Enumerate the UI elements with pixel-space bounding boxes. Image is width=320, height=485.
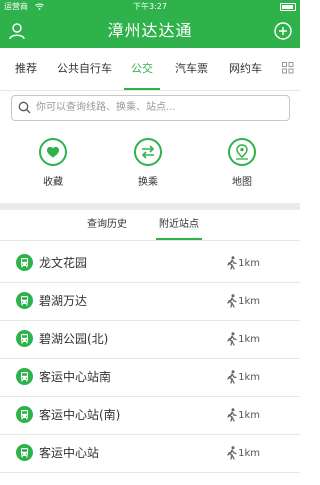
search-input[interactable] [36,98,281,116]
grid-menu-icon[interactable] [282,62,294,74]
stop-distance: 1km [238,410,260,421]
stop-name: 碧湖万达 [39,294,88,308]
list-item[interactable]: 客运中心站南 1km [0,359,300,397]
stop-name: 客运中心站南 [39,370,112,384]
search-box[interactable] [11,95,290,121]
category-tabs: 推荐 公共自行车 公交 汽车票 网约车 [0,48,300,91]
tab-search-history[interactable]: 查询历史 [87,210,127,240]
subtab-active-indicator [156,238,202,240]
walk-icon [227,294,237,308]
list-item[interactable]: 客运中心站 1km [0,435,300,473]
bus-icon [16,292,33,309]
stop-name: 龙文花园 [39,256,88,270]
favorites-button[interactable]: 收藏 [23,138,83,188]
stop-distance: 1km [238,258,260,269]
walk-icon [227,408,237,422]
battery-icon [280,2,296,11]
list-item[interactable]: 龙文花园 1km [0,245,300,283]
favorites-label: 收藏 [43,177,63,188]
map-button[interactable]: 地图 [212,138,272,188]
tab-nearby-stops[interactable]: 附近站点 [159,210,199,240]
bus-icon [16,444,33,461]
tab-active-indicator [124,88,160,90]
transfer-button[interactable]: 换乘 [118,138,178,188]
walk-icon [227,446,237,460]
status-bar: 运营商 下午3:27 [0,0,300,14]
stop-distance: 1km [238,372,260,383]
tab-ride-hailing[interactable]: 网约车 [229,48,262,90]
stop-name: 客运中心站(南) [39,408,121,422]
list-item[interactable]: 碧湖万达 1km [0,283,300,321]
bus-icon [16,254,33,271]
stop-distance: 1km [238,296,260,307]
tab-public-bike[interactable]: 公共自行车 [57,48,112,90]
map-label: 地图 [232,177,252,188]
stop-name: 客运中心站 [39,446,100,460]
battery-indicator [280,0,296,14]
section-divider [0,203,300,210]
map-pin-icon [228,138,256,166]
walk-icon [227,256,237,270]
stop-distance: 1km [238,334,260,345]
tab-bus[interactable]: 公交 [131,48,153,90]
tab-coach-ticket[interactable]: 汽车票 [175,48,208,90]
bus-icon [16,330,33,347]
stop-name: 碧湖公园(北) [39,332,109,346]
walk-icon [227,370,237,384]
status-time: 下午3:27 [133,2,167,11]
app-title: 漳州达达通 [107,21,193,40]
transfer-icon [134,138,162,166]
add-icon[interactable] [274,22,292,40]
tab-recommend[interactable]: 推荐 [15,48,37,90]
stop-distance: 1km [238,448,260,459]
list-item[interactable]: 碧湖公园(北) 1km [0,321,300,359]
heart-icon [39,138,67,166]
sub-tabs: 查询历史 附近站点 [0,210,300,241]
list-item[interactable]: 客运中心站(南) 1km [0,397,300,435]
transfer-label: 换乘 [138,177,158,188]
header-bar: 漳州达达通 [0,14,300,48]
search-icon [18,101,31,114]
walk-icon [227,332,237,346]
nearby-stops-list: 龙文花园 1km 碧湖万达 1km 碧湖公园(北) 1km 客运中心站南 1km… [0,245,300,473]
bus-icon [16,368,33,385]
bus-icon [16,406,33,423]
